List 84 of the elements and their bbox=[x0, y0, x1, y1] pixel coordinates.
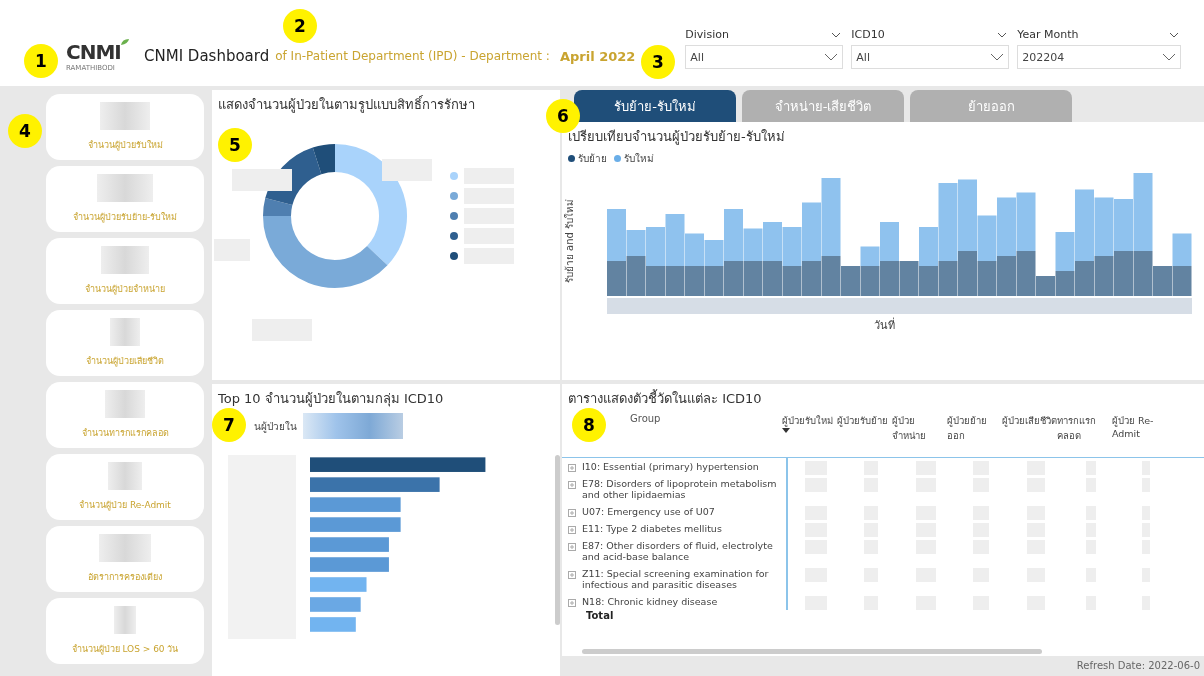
expand-icon[interactable] bbox=[568, 571, 576, 579]
bar bbox=[310, 597, 361, 612]
blurred-value bbox=[114, 606, 136, 634]
column-header[interactable]: ผู้ป่วยรับย้าย bbox=[837, 413, 892, 457]
dashboard-title: CNMI Dashboard bbox=[144, 47, 270, 65]
axis-title: วันที่ bbox=[872, 316, 896, 334]
column-bar bbox=[1172, 266, 1192, 296]
table-cell-text: E11: Type 2 diabetes mellitus bbox=[582, 523, 723, 534]
column-header[interactable]: Group bbox=[630, 413, 782, 424]
chevron-icon[interactable] bbox=[1162, 53, 1177, 61]
expand-icon[interactable] bbox=[568, 481, 576, 489]
column-bar bbox=[977, 261, 997, 296]
blurred-value bbox=[100, 102, 150, 130]
table-cell-text: Total bbox=[585, 610, 615, 621]
expand-icon[interactable] bbox=[568, 543, 576, 551]
kpi-label: จำนวนทารกแรกคลอด bbox=[81, 427, 169, 440]
scrollbar[interactable] bbox=[555, 455, 560, 625]
table-cell-text: Z11: Special screening examination for infectious and parasitic diseases bbox=[582, 568, 770, 590]
column-header[interactable]: ผู้ป่วยรับใหม่ bbox=[782, 413, 837, 457]
column-bar bbox=[763, 261, 782, 296]
column-bar bbox=[763, 222, 782, 261]
panel-title: แสดงจำนวนผู้ป่วยในตามรูปแบบสิทธิ์การรักษา bbox=[217, 94, 476, 115]
column-header[interactable]: ผู้ป่วยจำหน่าย bbox=[892, 413, 947, 457]
refresh-date: Refresh Date: 2022-06-0 bbox=[1076, 660, 1200, 671]
sort-arrow-icon[interactable] bbox=[782, 428, 790, 433]
filter-label: Year Month bbox=[1017, 28, 1079, 41]
filter-dropdown[interactable]: All bbox=[851, 45, 1010, 69]
bar bbox=[310, 617, 356, 632]
column-bar bbox=[704, 266, 724, 296]
table-cell-text: N18: Chronic kidney disease bbox=[582, 596, 719, 607]
chevron-icon[interactable] bbox=[1169, 31, 1180, 38]
callout-marker: 4 bbox=[8, 114, 42, 148]
kpi-label: จำนวนผู้ป่วยรับย้าย-รับใหม่ bbox=[72, 211, 178, 224]
column-bar bbox=[782, 266, 802, 296]
panel-subtitle: นผู้ป่วยใน bbox=[254, 419, 297, 434]
scrollbar[interactable] bbox=[582, 649, 1042, 654]
bar bbox=[310, 577, 367, 592]
kpi-label: จำนวนผู้ป่วย LOS > 60 วัน bbox=[71, 643, 179, 656]
kpi-label: จำนวนผู้ป่วยจำหน่าย bbox=[85, 283, 165, 296]
chevron-icon[interactable] bbox=[831, 31, 842, 38]
leaf-icon bbox=[120, 38, 130, 46]
column-header[interactable]: ผู้ป่วยเสียชีวิต bbox=[1002, 413, 1057, 457]
table-cell-text: I10: Essential (primary) hypertension bbox=[582, 461, 760, 472]
axis-title: รับย้าย and รับใหม่ bbox=[563, 198, 576, 284]
blurred-label bbox=[382, 159, 432, 181]
blurred-value bbox=[99, 534, 151, 562]
blurred-value bbox=[105, 390, 145, 418]
column-header[interactable]: ผู้ป่วย Re-Admit bbox=[1112, 413, 1167, 457]
legend-label: รับย้าย bbox=[578, 152, 607, 166]
filter-label: Division bbox=[685, 28, 729, 41]
table-cell-text: U07: Emergency use of U07 bbox=[582, 506, 716, 517]
column-header[interactable]: ผู้ป่วยย้ายออก bbox=[947, 413, 1002, 457]
blurred-value bbox=[108, 462, 142, 490]
kpi-label: จำนวนผู้ป่วยรับใหม่ bbox=[87, 139, 163, 152]
chevron-icon[interactable] bbox=[990, 53, 1005, 61]
expand-icon[interactable] bbox=[568, 509, 576, 517]
column-bar bbox=[1172, 233, 1192, 266]
column-bar bbox=[899, 261, 919, 296]
blurred-value bbox=[97, 174, 153, 202]
filter-label: ICD10 bbox=[851, 28, 885, 41]
blurred-label bbox=[232, 169, 292, 191]
tab[interactable]: รับย้าย-รับใหม่ bbox=[574, 90, 736, 122]
kpi-label: อัตราการครองเตียง bbox=[88, 571, 162, 584]
table-cell-text: E87: Other disorders of fluid, electrolyte and acid-base balance bbox=[582, 540, 774, 562]
panel-title: ตารางแสดงตัวชี้วัดในแต่ละ ICD10 bbox=[567, 388, 763, 408]
filter-dropdown[interactable]: 202204 bbox=[1017, 45, 1182, 69]
kpi-label: จำนวนผู้ป่วย Re-Admit bbox=[79, 499, 171, 512]
blurred-value bbox=[101, 246, 149, 274]
column-bar bbox=[1016, 192, 1036, 251]
table-cell: E78: Disorders of lipoprotein metabolism and other lipidaemias bbox=[582, 478, 778, 500]
column-header[interactable]: ทารกแรกคลอด bbox=[1057, 413, 1112, 457]
chevron-icon[interactable] bbox=[824, 53, 839, 61]
expand-icon[interactable] bbox=[568, 464, 576, 472]
chevron-icon[interactable] bbox=[997, 31, 1008, 38]
legend-label: รับใหม่ bbox=[624, 152, 654, 166]
expand-icon[interactable] bbox=[568, 599, 576, 607]
filter-dropdown[interactable]: All bbox=[685, 45, 844, 69]
dashboard-subtitle: of In-Patient Department (IPD) - Department : bbox=[275, 49, 550, 63]
expand-icon[interactable] bbox=[568, 526, 576, 534]
period-label: April 2022 bbox=[559, 48, 636, 64]
column-bar bbox=[919, 266, 938, 296]
blurred-value bbox=[110, 318, 140, 346]
panel-title: Top 10 จำนวนผู้ป่วยในตามกลุ่ม ICD10 bbox=[217, 390, 445, 409]
kpi-label: จำนวนผู้ป่วยเสียชีวิต bbox=[86, 355, 164, 368]
